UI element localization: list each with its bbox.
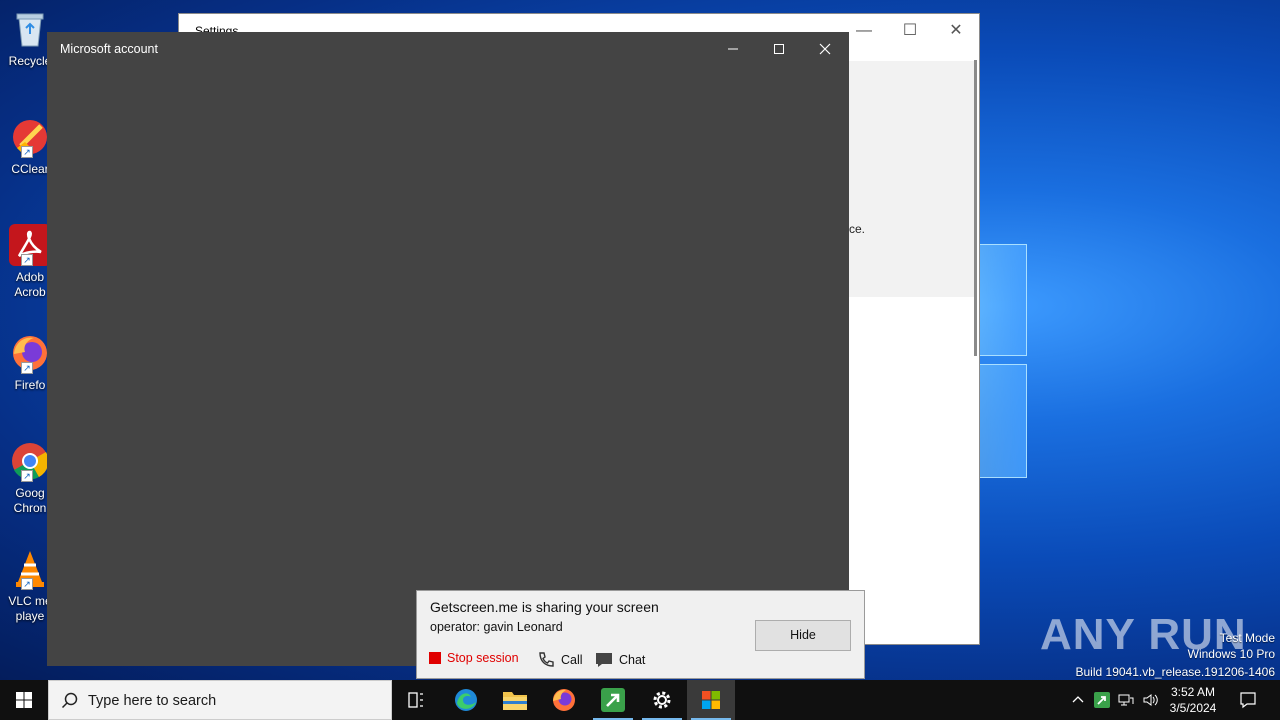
shortcut-arrow-icon: ↗ [21, 578, 33, 590]
microsoft-account-window[interactable]: Microsoft account [47, 32, 849, 666]
start-button[interactable] [0, 680, 48, 720]
show-hidden-icons-button[interactable] [1068, 680, 1088, 720]
chat-bubble-icon [596, 653, 612, 667]
chevron-up-icon [1072, 696, 1084, 703]
taskbar-settings[interactable] [638, 680, 686, 720]
shortcut-arrow-icon: ↗ [21, 362, 33, 374]
search-icon [61, 692, 78, 709]
settings-maximize-button[interactable]: ☐ [887, 20, 933, 42]
call-label: Call [561, 653, 583, 667]
taskbar-edge[interactable] [442, 680, 490, 720]
notification-icon [1240, 692, 1256, 709]
adobe-acrobat-icon: ↗ [9, 224, 51, 266]
settings-scrollbar[interactable] [974, 60, 977, 356]
recycle-bin-icon [9, 8, 51, 50]
settings-close-button[interactable]: ✕ [933, 20, 979, 42]
search-placeholder: Type here to search [88, 693, 217, 709]
taskbar-clock[interactable]: 3:52 AM 3/5/2024 [1160, 684, 1226, 716]
getscreen-sharing-title: Getscreen.me is sharing your screen [430, 599, 659, 615]
edge-icon [455, 689, 477, 711]
test-mode-label: Test Mode [1219, 631, 1275, 645]
task-view-button[interactable] [392, 680, 440, 720]
close-icon [819, 43, 831, 55]
ms-maximize-button[interactable] [756, 36, 802, 64]
maximize-icon [774, 44, 784, 54]
stop-session-label: Stop session [447, 651, 519, 665]
tray-network[interactable] [1116, 680, 1136, 720]
taskbar: Type here to search 3:52 AM 3/5/2024 [0, 680, 1280, 720]
microsoft-store-icon [702, 691, 720, 709]
taskbar-file-explorer[interactable] [491, 680, 539, 720]
getscreen-tray-icon [1094, 692, 1110, 708]
vlc-icon: ↗ [9, 548, 51, 590]
ms-close-button[interactable] [802, 36, 848, 64]
shortcut-arrow-icon: ↗ [21, 254, 33, 266]
chat-button[interactable]: Chat [595, 651, 645, 669]
folder-icon [503, 692, 527, 710]
shortcut-arrow-icon: ↗ [21, 470, 33, 482]
hide-button[interactable]: Hide [755, 620, 851, 651]
getscreen-operator-label: operator: gavin Leonard [430, 620, 563, 634]
chat-label: Chat [619, 653, 646, 667]
task-view-icon [408, 692, 423, 708]
desktop: Recycle ↗ CClear ↗ Adob Acrob ↗ Firefo ↗… [0, 0, 1280, 680]
speaker-icon [1143, 694, 1158, 706]
action-center-button[interactable] [1234, 680, 1262, 720]
taskbar-store[interactable] [687, 680, 735, 720]
tray-getscreen[interactable] [1092, 680, 1112, 720]
settings-content-panel [849, 61, 977, 297]
taskbar-getscreen[interactable] [589, 680, 637, 720]
google-chrome-icon: ↗ [9, 440, 51, 482]
stop-square-icon [429, 652, 441, 664]
taskbar-search-box[interactable]: Type here to search [48, 680, 392, 720]
windows-edition-label: Windows 10 Pro [1187, 647, 1275, 661]
tray-volume[interactable] [1140, 680, 1160, 720]
minimize-icon [728, 48, 738, 50]
ccleaner-icon: ↗ [9, 116, 51, 158]
windows-logo-wallpaper [975, 232, 1035, 497]
getscreen-sharing-popup[interactable]: Getscreen.me is sharing your screen oper… [416, 590, 865, 679]
settings-text-snippet: ce. [849, 222, 866, 236]
network-icon [1118, 694, 1134, 706]
shortcut-arrow-icon: ↗ [21, 146, 33, 158]
gear-icon [653, 691, 671, 709]
windows-start-icon [16, 692, 32, 708]
getscreen-icon [601, 688, 625, 712]
clock-date: 3/5/2024 [1169, 701, 1217, 715]
phone-icon [539, 652, 554, 667]
clock-time: 3:52 AM [1170, 685, 1216, 699]
windows-build-label: Build 19041.vb_release.191206-1406 [1075, 665, 1276, 679]
stop-session-button[interactable]: Stop session [429, 651, 519, 665]
call-button[interactable]: Call [537, 651, 583, 669]
taskbar-firefox[interactable] [540, 680, 588, 720]
firefox-icon [553, 689, 575, 711]
firefox-icon: ↗ [9, 332, 51, 374]
ms-minimize-button[interactable] [710, 36, 756, 64]
